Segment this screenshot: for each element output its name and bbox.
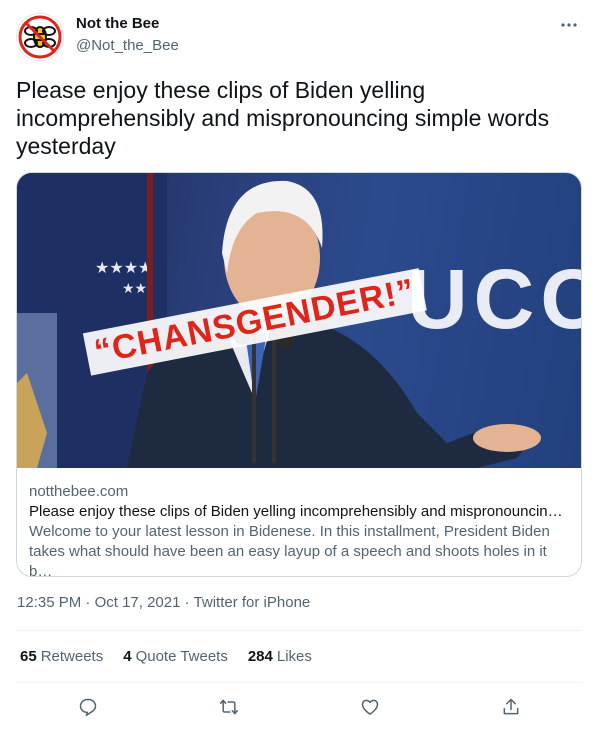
more-options-icon[interactable] bbox=[557, 15, 581, 35]
avatar[interactable] bbox=[16, 13, 64, 61]
divider bbox=[16, 682, 582, 683]
bee-logo-icon bbox=[18, 15, 62, 59]
tweet-date: Oct 17, 2021 bbox=[94, 594, 181, 611]
uco-sign-text: UCO bbox=[407, 252, 581, 346]
card-image[interactable]: ★★★★ ★★ UCO “CHANSGENDER!” bbox=[17, 173, 581, 468]
retweets-label: Retweets bbox=[40, 648, 104, 665]
action-bar bbox=[16, 695, 582, 719]
card-domain: notthebee.com bbox=[29, 483, 129, 500]
separator: · bbox=[184, 594, 190, 611]
engagement-stats: 65 Retweets 4 Quote Tweets 284 Likes bbox=[20, 648, 312, 665]
divider bbox=[16, 630, 582, 631]
svg-text:★★★★: ★★★★ bbox=[95, 258, 152, 277]
quote-tweets-label: Quote Tweets bbox=[135, 648, 228, 665]
tweet-timestamp: 12:35 PM · Oct 17, 2021 · Twitter for iP… bbox=[17, 594, 310, 611]
separator: · bbox=[85, 594, 91, 611]
author-handle[interactable]: @Not_the_Bee bbox=[76, 37, 179, 54]
retweets-count: 65 bbox=[20, 648, 37, 665]
tweet-time: 12:35 PM bbox=[17, 594, 82, 611]
like-icon[interactable] bbox=[358, 695, 382, 719]
retweets-stat[interactable]: 65 Retweets bbox=[20, 648, 103, 665]
card-title: Please enjoy these clips of Biden yellin… bbox=[29, 503, 569, 520]
card-description: Welcome to your latest lesson in Bidenes… bbox=[29, 523, 550, 577]
likes-count: 284 bbox=[247, 648, 273, 665]
tweet-time-link[interactable]: 12:35 PM · Oct 17, 2021 bbox=[17, 594, 180, 611]
tweet-text: Please enjoy these clips of Biden yellin… bbox=[16, 77, 550, 159]
retweet-icon[interactable] bbox=[217, 695, 241, 719]
quote-tweets-count: 4 bbox=[123, 648, 132, 665]
quote-tweets-stat[interactable]: 4 Quote Tweets bbox=[123, 648, 228, 665]
tweet-source-link[interactable]: Twitter for iPhone bbox=[194, 594, 311, 611]
share-icon[interactable] bbox=[499, 695, 523, 719]
author-name[interactable]: Not the Bee bbox=[76, 15, 159, 32]
link-card[interactable]: ★★★★ ★★ UCO “CHANSGENDER!” nottheb bbox=[16, 172, 582, 577]
likes-stat[interactable]: 284 Likes bbox=[248, 648, 312, 665]
reply-icon[interactable] bbox=[76, 695, 100, 719]
svg-text:★★: ★★ bbox=[122, 281, 147, 297]
likes-label: Likes bbox=[276, 648, 312, 665]
